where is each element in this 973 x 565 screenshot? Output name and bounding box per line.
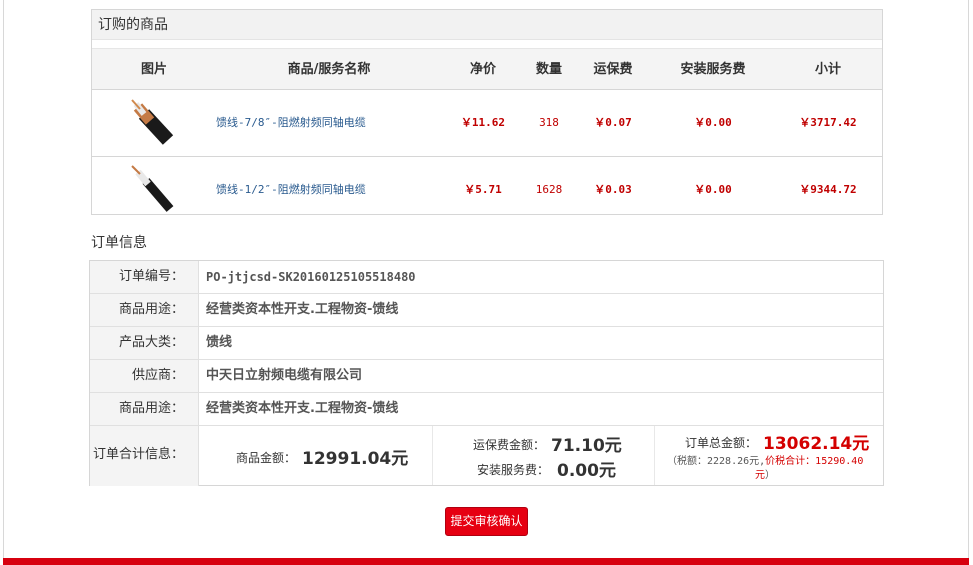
coax-cable-7-8-image[interactable]: [130, 98, 182, 150]
col-header-name: 商品/服务名称: [287, 62, 371, 77]
goods-usage-row-2: 商品用途： 经营类资本性开支.工程物资-馈线: [90, 393, 883, 426]
total-divider: [432, 426, 433, 485]
supplier-value: 中天日立射频电缆有限公司: [206, 368, 363, 383]
order-total-row: 订单合计信息： 商品金额： 12991.04元 运保费金额： 71.10元 安装…: [90, 426, 883, 486]
order-info-table: 订单编号： PO-jtjcsd-SK20160125105518480 商品用途…: [89, 260, 884, 486]
coax-cable-1-2-image[interactable]: [130, 165, 182, 217]
tax-close: ）: [765, 470, 775, 481]
bottom-accent-bar: [3, 558, 969, 565]
product-category-label: 产品大类：: [90, 327, 199, 359]
order-number-value: PO-jtjcsd-SK20160125105518480: [206, 270, 416, 284]
quantity: 1628: [535, 183, 563, 196]
tax-info: （税额：2228.26元,价税合计：15290.40 元）: [667, 455, 879, 483]
goods-usage-row: 商品用途： 经营类资本性开支.工程物资-馈线: [90, 294, 883, 327]
goods-table-header: 图片 商品/服务名称 净价 数量 运保费 安装服务费 小计: [92, 48, 882, 90]
shipping-fee: ￥0.07: [594, 116, 632, 129]
goods-usage-label: 商品用途：: [90, 393, 199, 425]
tax-inclusive-unit: 元: [755, 470, 765, 481]
col-header-subtotal: 小计: [814, 62, 841, 77]
quantity: 318: [539, 116, 559, 129]
order-number-row: 订单编号： PO-jtjcsd-SK20160125105518480: [90, 261, 883, 294]
order-total-label: 订单合计信息：: [90, 426, 199, 486]
ordered-goods-title: 订购的商品: [92, 10, 882, 40]
shipping-fee: ￥0.03: [594, 183, 632, 196]
order-number-label: 订单编号：: [90, 261, 199, 293]
supplier-row: 供应商： 中天日立射频电缆有限公司: [90, 360, 883, 393]
left-frame-border: [3, 0, 4, 560]
submit-review-button[interactable]: 提交审核确认: [445, 507, 528, 536]
product-link[interactable]: 馈线-7/8″-阻燃射频同轴电缆: [216, 90, 366, 156]
supplier-label: 供应商：: [90, 360, 199, 392]
col-header-qty: 数量: [535, 62, 562, 77]
goods-amount-label: 商品金额：: [236, 451, 297, 465]
product-category-value: 馈线: [206, 335, 233, 350]
table-row: 馈线-1/2″-阻燃射频同轴电缆 ￥5.71 1628 ￥0.03 ￥0.00 …: [92, 157, 882, 224]
tax-amount: （税额：2228.26元,: [667, 456, 766, 467]
order-total-amount-label: 订单总金额：: [685, 436, 758, 450]
install-fee: ￥0.00: [694, 183, 732, 196]
order-info-title: 订单信息: [91, 235, 147, 251]
net-price: ￥11.62: [460, 116, 506, 129]
col-header-shipping: 运保费: [593, 62, 633, 77]
total-divider: [654, 426, 655, 485]
ordered-goods-panel: 订购的商品 图片 商品/服务名称 净价 数量 运保费 安装服务费 小计 馈线-7…: [91, 9, 883, 215]
shipping-amount-label: 运保费金额：: [473, 438, 546, 452]
install-fee: ￥0.00: [694, 116, 732, 129]
col-header-price: 净价: [469, 62, 496, 77]
subtotal: ￥3717.42: [799, 116, 857, 129]
goods-amount-value: 12991.04元: [302, 449, 409, 469]
goods-usage-value: 经营类资本性开支.工程物资-馈线: [206, 401, 399, 416]
net-price: ￥5.71: [464, 183, 502, 196]
product-category-row: 产品大类： 馈线: [90, 327, 883, 360]
install-amount-value: 0.00元: [557, 461, 616, 481]
shipping-amount-value: 71.10元: [551, 436, 622, 456]
order-total-amount-value: 13062.14元: [763, 434, 870, 454]
goods-usage-value: 经营类资本性开支.工程物资-馈线: [206, 302, 399, 317]
col-header-install: 安装服务费: [680, 62, 746, 77]
subtotal: ￥9344.72: [799, 183, 857, 196]
tax-inclusive-total: 价税合计：15290.40: [765, 456, 864, 467]
col-header-image: 图片: [140, 62, 167, 77]
right-frame-border: [968, 0, 969, 560]
product-link[interactable]: 馈线-1/2″-阻燃射频同轴电缆: [216, 157, 366, 223]
goods-usage-label: 商品用途：: [90, 294, 199, 326]
install-amount-label: 安装服务费：: [477, 463, 550, 477]
table-row: 馈线-7/8″-阻燃射频同轴电缆 ￥11.62 318 ￥0.07 ￥0.00 …: [92, 90, 882, 157]
